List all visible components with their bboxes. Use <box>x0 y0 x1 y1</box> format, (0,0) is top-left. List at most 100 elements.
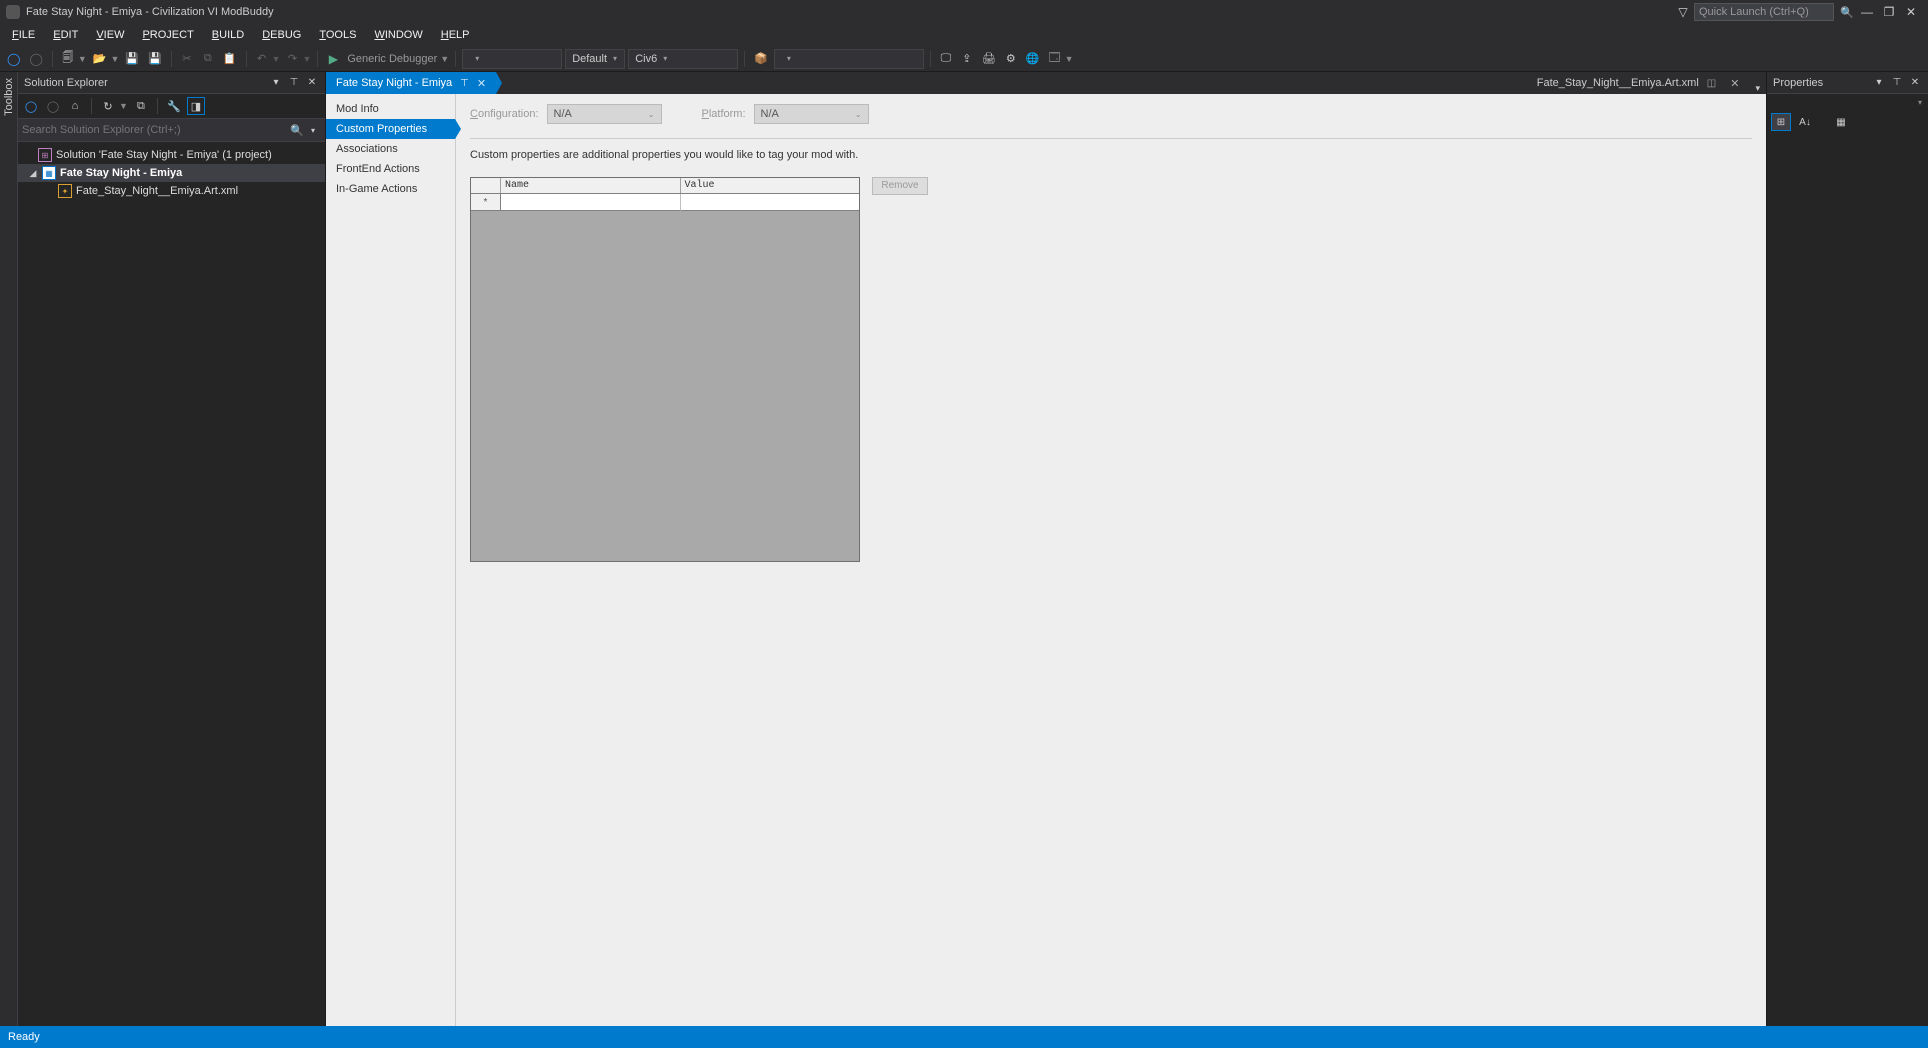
menu-window[interactable]: WINDOW <box>366 27 430 43</box>
toolbox-tab[interactable]: Toolbox <box>0 72 18 1026</box>
solution-explorer-title: Solution Explorer <box>24 77 265 89</box>
maximize-button[interactable]: ❐ <box>1878 1 1900 23</box>
panel-pin-icon[interactable]: ⊤ <box>287 76 301 90</box>
grid-cell-name[interactable] <box>501 194 681 211</box>
menu-build[interactable]: BUILD <box>204 27 252 43</box>
panel-dropdown-icon[interactable]: ▾ <box>269 76 283 90</box>
se-preview-icon[interactable]: ◨ <box>187 97 205 115</box>
tab-inactive[interactable]: Fate_Stay_Night__Emiya.Art.xml ◫ ✕ <box>1527 72 1750 94</box>
prop-pin-icon[interactable]: ⊤ <box>1890 76 1904 90</box>
prop-close-icon[interactable]: ✕ <box>1908 76 1922 90</box>
nav-associations[interactable]: Associations <box>326 139 455 159</box>
editor-sidenav: Mod Info Custom Properties Associations … <box>326 94 456 1026</box>
menu-help[interactable]: HELP <box>433 27 478 43</box>
main-toolbar: ◯ ◯ 🗐 ▼ 📂 ▼ 💾 💾 ✂ ⧉ 📋 ↶ ▼ ↷ ▼ ▶ Generic … <box>0 46 1928 72</box>
solution-tree: ⊞ Solution 'Fate Stay Night - Emiya' (1 … <box>18 142 325 1026</box>
file-node[interactable]: ✦ Fate_Stay_Night__Emiya.Art.xml <box>18 182 325 200</box>
se-sync-icon[interactable]: ↻ <box>99 97 117 115</box>
solution-search-icon[interactable]: 🔍 <box>289 124 305 137</box>
menu-view[interactable]: VIEW <box>88 27 132 43</box>
tool-icon-1[interactable]: 🖵 <box>937 49 955 69</box>
prop-pages-icon[interactable]: ▦ <box>1831 113 1851 131</box>
se-home-icon[interactable]: ⌂ <box>66 97 84 115</box>
search-icon[interactable]: 🔍 <box>1838 3 1856 21</box>
tool-icon-5[interactable]: 🌐 <box>1023 49 1043 69</box>
tab-active-label: Fate Stay Night - Emiya <box>336 77 452 89</box>
close-window-button[interactable]: ✕ <box>1900 1 1922 23</box>
prop-dropdown-icon[interactable]: ▾ <box>1872 76 1886 90</box>
properties-grid[interactable]: Name Value * <box>470 177 860 562</box>
grid-col-name[interactable]: Name <box>501 178 681 193</box>
menu-project[interactable]: PROJECT <box>134 27 201 43</box>
solution-icon: ⊞ <box>38 148 52 162</box>
editor-main-panel: Configuration: N/A⌄ Platform: N/A⌄ Custo… <box>456 94 1766 1026</box>
grid-corner <box>471 178 501 193</box>
platform-select-editor[interactable]: N/A⌄ <box>754 104 869 124</box>
solution-search-input[interactable] <box>22 124 289 136</box>
prop-alphabetical-icon[interactable]: A↓ <box>1795 113 1815 131</box>
menu-edit[interactable]: EDIT <box>45 27 86 43</box>
nav-back-button[interactable]: ◯ <box>4 49 23 69</box>
solution-search-dropdown[interactable]: ▾ <box>305 126 321 135</box>
tool-icon-2[interactable]: ⇪ <box>958 49 976 69</box>
redo-icon: ↷ <box>283 49 301 69</box>
launch-select[interactable]: ▾ <box>774 49 924 69</box>
platform-label-editor: Platform: <box>702 108 746 120</box>
nav-custom-properties[interactable]: Custom Properties <box>326 119 455 139</box>
properties-panel: Properties ▾ ⊤ ✕ ▾ ⊞ A↓ ▦ <box>1766 72 1928 1026</box>
app-icon <box>6 5 20 19</box>
minimize-button[interactable]: — <box>1856 1 1878 23</box>
tool-icon-3[interactable]: 🖨 <box>979 49 999 69</box>
tab-inactive-close-icon[interactable]: ✕ <box>1730 77 1739 90</box>
tab-dropdown-icon[interactable]: ▾ <box>1755 83 1760 94</box>
menu-file[interactable]: FILE <box>4 27 43 43</box>
grid-col-value[interactable]: Value <box>681 178 860 193</box>
properties-toolbar: ⊞ A↓ ▦ <box>1767 110 1928 134</box>
configuration-select[interactable]: N/A⌄ <box>547 104 662 124</box>
config-select[interactable]: Default▾ <box>565 49 625 69</box>
new-project-icon[interactable]: 🗐 <box>59 49 77 69</box>
menu-debug[interactable]: DEBUG <box>254 27 309 43</box>
save-icon[interactable]: 💾 <box>122 49 142 69</box>
se-refresh-icon[interactable]: ⧉ <box>132 97 150 115</box>
description-text: Custom properties are additional propert… <box>470 149 1752 161</box>
expander-icon[interactable]: ◢ <box>28 168 38 179</box>
tool-icon-4[interactable]: ⚙ <box>1002 49 1020 69</box>
grid-new-row[interactable]: * <box>471 194 859 211</box>
tab-close-icon[interactable]: ✕ <box>477 77 486 90</box>
nav-ingame-actions[interactable]: In-Game Actions <box>326 179 455 199</box>
funnel-icon[interactable]: ▽ <box>1676 5 1690 19</box>
solution-node[interactable]: ⊞ Solution 'Fate Stay Night - Emiya' (1 … <box>18 146 325 164</box>
platform-select[interactable]: Civ6▾ <box>628 49 738 69</box>
prop-categorized-icon[interactable]: ⊞ <box>1771 113 1791 131</box>
quick-launch-input[interactable]: Quick Launch (Ctrl+Q) <box>1694 3 1834 21</box>
tool-icon-6[interactable]: 🗔 <box>1046 49 1064 69</box>
status-text: Ready <box>8 1031 40 1043</box>
configuration-value: N/A <box>554 108 572 120</box>
grid-cell-value[interactable] <box>681 194 860 211</box>
cut-icon: ✂ <box>178 49 196 69</box>
se-properties-icon[interactable]: 🔧 <box>165 97 183 115</box>
package-icon[interactable]: 📦 <box>751 49 771 69</box>
save-all-icon[interactable]: 💾 <box>145 49 165 69</box>
solution-explorer-panel: Solution Explorer ▾ ⊤ ✕ ◯ ◯ ⌂ ↻ ▼ ⧉ 🔧 ◨ … <box>18 72 326 1026</box>
debugger-select-label[interactable]: Generic Debugger <box>345 53 439 65</box>
solution-search-row: 🔍 ▾ <box>18 118 325 142</box>
tab-active[interactable]: Fate Stay Night - Emiya ⊤ ✕ <box>326 72 496 94</box>
se-forward-icon: ◯ <box>44 97 62 115</box>
nav-mod-info[interactable]: Mod Info <box>326 99 455 119</box>
tab-preview-icon[interactable]: ◫ <box>1707 78 1716 89</box>
platform-value-editor: N/A <box>761 108 779 120</box>
se-back-icon[interactable]: ◯ <box>22 97 40 115</box>
tab-pin-icon[interactable]: ⊤ <box>460 78 469 89</box>
menu-tools[interactable]: TOOLS <box>311 27 364 43</box>
open-file-icon[interactable]: 📂 <box>90 49 110 69</box>
config-select-value: Default <box>572 53 607 65</box>
document-tabs: Fate Stay Night - Emiya ⊤ ✕ Fate_Stay_Ni… <box>326 72 1766 94</box>
project-label: Fate Stay Night - Emiya <box>60 167 182 179</box>
find-select[interactable]: ▾ <box>462 49 562 69</box>
prop-object-dropdown[interactable]: ▾ <box>1918 98 1922 107</box>
project-node[interactable]: ◢ ▦ Fate Stay Night - Emiya <box>18 164 325 182</box>
panel-close-icon[interactable]: ✕ <box>305 76 319 90</box>
nav-frontend-actions[interactable]: FrontEnd Actions <box>326 159 455 179</box>
